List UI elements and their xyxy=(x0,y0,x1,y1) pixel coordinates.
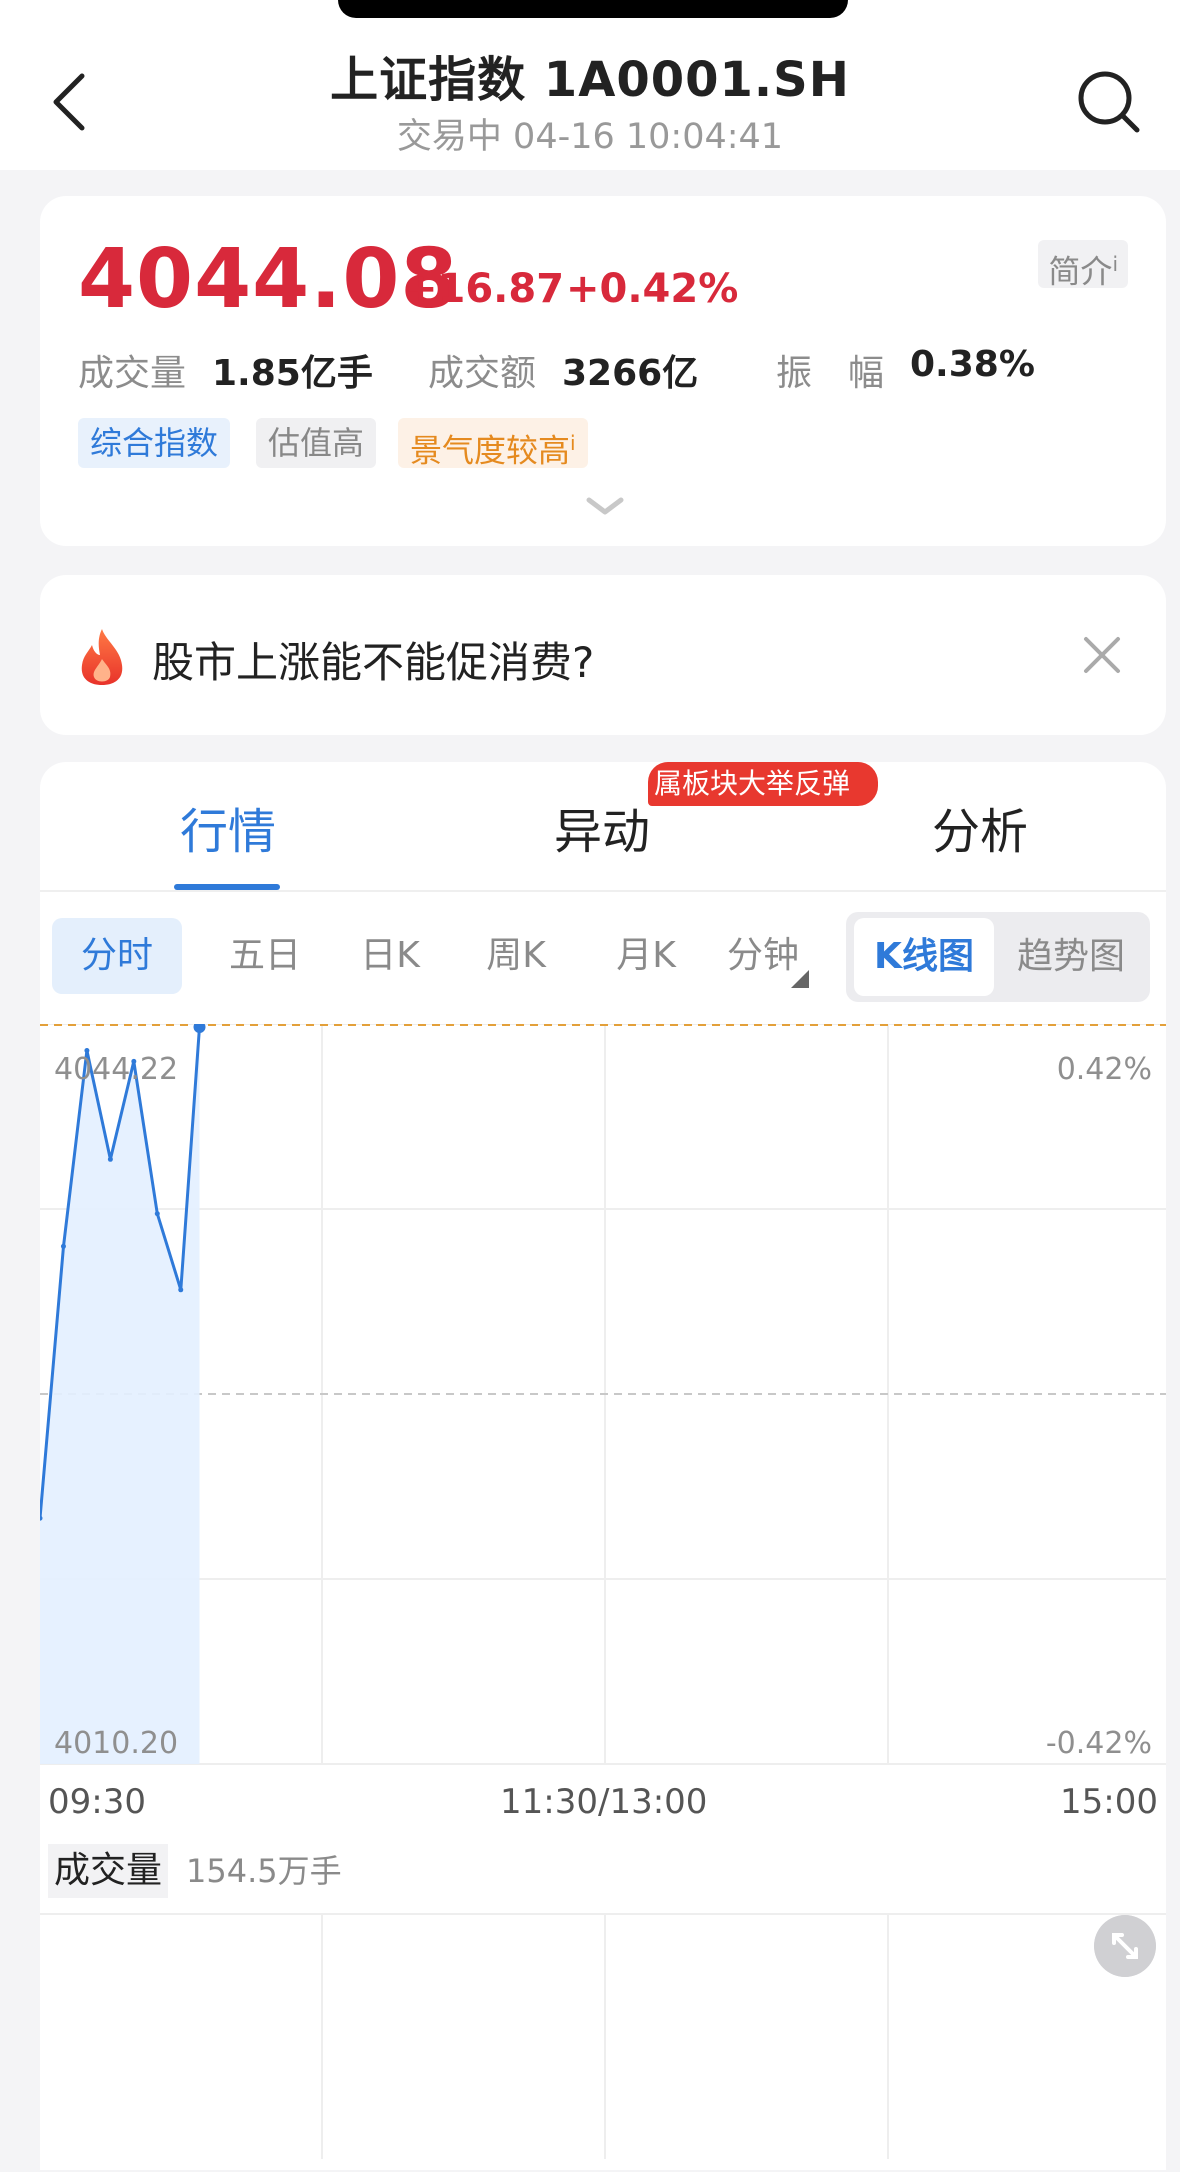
fullscreen-icon[interactable] xyxy=(1094,1915,1156,1977)
page-title: 上证指数 1A0001.SH xyxy=(330,52,850,108)
period-weekly-k[interactable]: 周K xyxy=(466,918,566,994)
device-notch xyxy=(338,0,848,18)
period-five-day[interactable]: 五日 xyxy=(220,918,310,994)
amplitude-label: 振 幅 xyxy=(776,353,885,394)
price-point xyxy=(178,1287,184,1293)
quote-card: 4044.08 +16.87 +0.42% 简介i 成交量 1.85亿手 成交额… xyxy=(40,196,1166,546)
topic-banner[interactable]: 股市上涨能不能促消费? xyxy=(40,575,1166,735)
volume-value: 1.85亿手 xyxy=(212,353,373,394)
y-axis-bottom-label: 4010.20 xyxy=(54,1726,179,1761)
volume-label: 成交量 xyxy=(78,353,187,394)
price-point xyxy=(107,1156,113,1162)
dropdown-corner-icon xyxy=(791,970,809,988)
tag-composite-index[interactable]: 综合指数 xyxy=(78,418,231,468)
volume-chart-label: 成交量 xyxy=(48,1844,169,1898)
movement-badge: 属板块大举反弹 xyxy=(648,762,878,806)
price-point xyxy=(60,1243,66,1249)
turnover-label: 成交额 xyxy=(428,353,537,394)
tag-high-prosperity-label: 景气度较高 xyxy=(410,431,571,470)
tab-market[interactable]: 行情 xyxy=(180,792,276,862)
x-tick-midday: 11:30/13:00 xyxy=(500,1782,708,1822)
tab-analysis[interactable]: 分析 xyxy=(932,792,1028,862)
period-monthly-k[interactable]: 月K xyxy=(596,918,696,994)
info-mark: i xyxy=(1112,252,1118,276)
trading-status: 交易中 04-16 10:04:41 xyxy=(396,117,784,157)
chart-card: 行情 异动 分析 属板块大举反弹 分时 五日 日K 周K 月K 分钟 K线图 趋… xyxy=(40,762,1166,2170)
current-price-dot xyxy=(193,1024,206,1034)
close-icon[interactable] xyxy=(1080,633,1124,677)
period-intraday[interactable]: 分时 xyxy=(52,918,182,994)
chevron-down-icon[interactable] xyxy=(585,494,625,518)
turnover-value: 3266亿 xyxy=(562,353,699,394)
price-point xyxy=(154,1211,160,1217)
kline-view-button[interactable]: K线图 xyxy=(854,918,994,996)
period-daily-k[interactable]: 日K xyxy=(340,918,440,994)
chart-view-toggle: K线图 趋势图 xyxy=(846,912,1150,1002)
info-mark: i xyxy=(570,431,576,455)
amplitude-value: 0.38% xyxy=(910,344,1035,385)
tab-divider xyxy=(40,890,1166,892)
trend-view-button[interactable]: 趋势图 xyxy=(998,918,1144,996)
search-icon[interactable] xyxy=(1075,68,1143,136)
header-bar: 上证指数 1A0001.SH 交易中 04-16 10:04:41 xyxy=(0,0,1180,170)
tag-high-valuation[interactable]: 估值高 xyxy=(256,418,377,468)
volume-chart-value: 154.5万手 xyxy=(186,1852,342,1890)
tag-high-prosperity[interactable]: 景气度较高i xyxy=(398,418,588,470)
price-area xyxy=(40,1027,200,1764)
x-tick-close: 15:00 xyxy=(1060,1782,1158,1822)
intro-label: 简介 xyxy=(1048,252,1113,291)
y-axis-top-label: 4044.22 xyxy=(54,1052,179,1087)
flame-icon xyxy=(81,629,123,685)
y-axis-right-bottom-label: -0.42% xyxy=(1045,1726,1152,1761)
x-tick-open: 09:30 xyxy=(48,1782,146,1822)
y-axis-right-top-label: 0.42% xyxy=(1056,1052,1152,1087)
price-change-percent: +0.42% xyxy=(566,266,739,312)
tab-movement[interactable]: 异动 xyxy=(554,792,650,862)
price-change: +16.87 xyxy=(404,266,565,312)
topic-question: 股市上涨能不能促消费? xyxy=(152,638,595,687)
intro-button[interactable]: 简介i xyxy=(1038,240,1128,291)
intraday-chart[interactable] xyxy=(40,1024,1166,2170)
index-price: 4044.08 xyxy=(78,232,459,327)
